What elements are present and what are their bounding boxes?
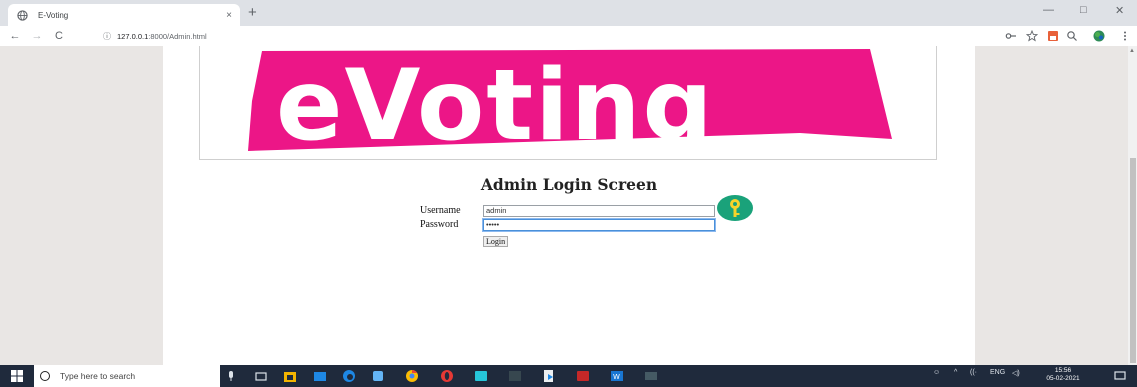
menu-icon[interactable] — [1119, 30, 1131, 42]
taskbar-search-placeholder: Type here to search — [60, 371, 136, 381]
word-icon[interactable]: W — [610, 369, 624, 383]
people-icon[interactable]: ☺ — [933, 369, 940, 376]
browser-toolbar: ← → C ⓘ 127.0.0.1:8000/Admin.html — [0, 26, 1137, 46]
chrome-icon[interactable] — [405, 369, 419, 383]
app-icon-cyan[interactable] — [474, 369, 488, 383]
evoting-logo: eVoting — [248, 49, 892, 155]
page-title: Admin Login Screen — [480, 175, 658, 194]
address-bar[interactable]: ⓘ 127.0.0.1:8000/Admin.html — [103, 28, 993, 44]
forward-button[interactable]: → — [30, 30, 44, 42]
microphone-icon[interactable] — [224, 369, 238, 383]
svg-text:W: W — [613, 373, 620, 381]
password-input[interactable]: ••••• — [482, 217, 716, 232]
app-icon-dark[interactable] — [644, 369, 658, 383]
tray-chevron-icon[interactable]: ^ — [954, 369, 957, 376]
app-icon-blue[interactable] — [371, 369, 385, 383]
page-viewport: eVoting Admin Login Screen Username admi… — [0, 46, 1137, 365]
restore-button[interactable]: □ — [1080, 4, 1087, 16]
password-label: Password — [420, 219, 459, 230]
terminal-icon[interactable] — [508, 369, 522, 383]
search-extension-icon[interactable] — [1066, 30, 1078, 42]
reload-button[interactable]: C — [52, 30, 66, 42]
opera-icon[interactable] — [440, 369, 454, 383]
minimize-button[interactable]: — — [1043, 4, 1054, 16]
input-method-icon[interactable]: ENG — [990, 369, 1005, 376]
page-scrollbar[interactable]: ▲ — [1128, 46, 1137, 365]
clock-date: 05-02-2021 — [1046, 375, 1080, 382]
key-icon[interactable] — [1005, 30, 1017, 42]
store-icon[interactable] — [283, 369, 297, 383]
edge-icon[interactable] — [342, 369, 356, 383]
logo-text: eVoting — [276, 49, 715, 155]
username-input[interactable]: admin — [483, 204, 715, 217]
taskbar-search-box[interactable]: Type here to search — [34, 365, 220, 387]
profile-avatar[interactable] — [1093, 30, 1105, 42]
username-row: Username admin — [420, 204, 715, 217]
info-icon[interactable]: ⓘ — [103, 31, 111, 42]
url-path: :8000/Admin.html — [148, 31, 207, 41]
page-content: eVoting Admin Login Screen Username admi… — [163, 46, 975, 365]
url-host: 127.0.0.1 — [117, 31, 149, 41]
volume-icon[interactable]: ◁) — [1012, 369, 1020, 377]
username-label: Username — [420, 205, 461, 216]
login-button[interactable]: Login — [483, 236, 509, 247]
notification-icon[interactable] — [1113, 369, 1127, 383]
windows-taskbar: Type here to search — [0, 365, 1137, 387]
windows-start-icon[interactable] — [0, 365, 34, 387]
app-icon-red[interactable] — [576, 369, 590, 383]
close-window-button[interactable]: ✕ — [1115, 4, 1124, 17]
python-editor-icon[interactable] — [542, 369, 556, 383]
network-icon[interactable]: ((· — [970, 369, 977, 376]
new-tab-button[interactable]: + — [248, 5, 257, 21]
tab-strip: E-Voting × + — □ ✕ — [0, 0, 1137, 26]
clock-time: 15:56 — [1054, 367, 1072, 374]
task-view-icon[interactable] — [254, 369, 268, 383]
tab-title: E-Voting — [38, 10, 69, 20]
cortana-icon — [40, 371, 50, 381]
login-form: Username admin Password ••••• Login — [420, 204, 716, 249]
logo-banner: eVoting — [199, 46, 937, 160]
scroll-up-icon[interactable]: ▲ — [1129, 48, 1135, 54]
back-button[interactable]: ← — [8, 30, 22, 42]
file-explorer-icon[interactable] — [313, 369, 327, 383]
tab-evoting[interactable]: E-Voting × — [8, 4, 240, 26]
scrollbar-thumb[interactable] — [1130, 158, 1136, 363]
pdf-extension-icon[interactable] — [1047, 30, 1059, 42]
tab-close-icon[interactable]: × — [226, 10, 232, 21]
globe-icon — [16, 9, 28, 21]
star-icon[interactable] — [1026, 30, 1038, 42]
taskbar-clock[interactable]: 15:56 05-02-2021 — [1043, 367, 1083, 383]
password-row: Password ••••• — [420, 217, 716, 232]
key-badge-icon — [717, 195, 753, 221]
